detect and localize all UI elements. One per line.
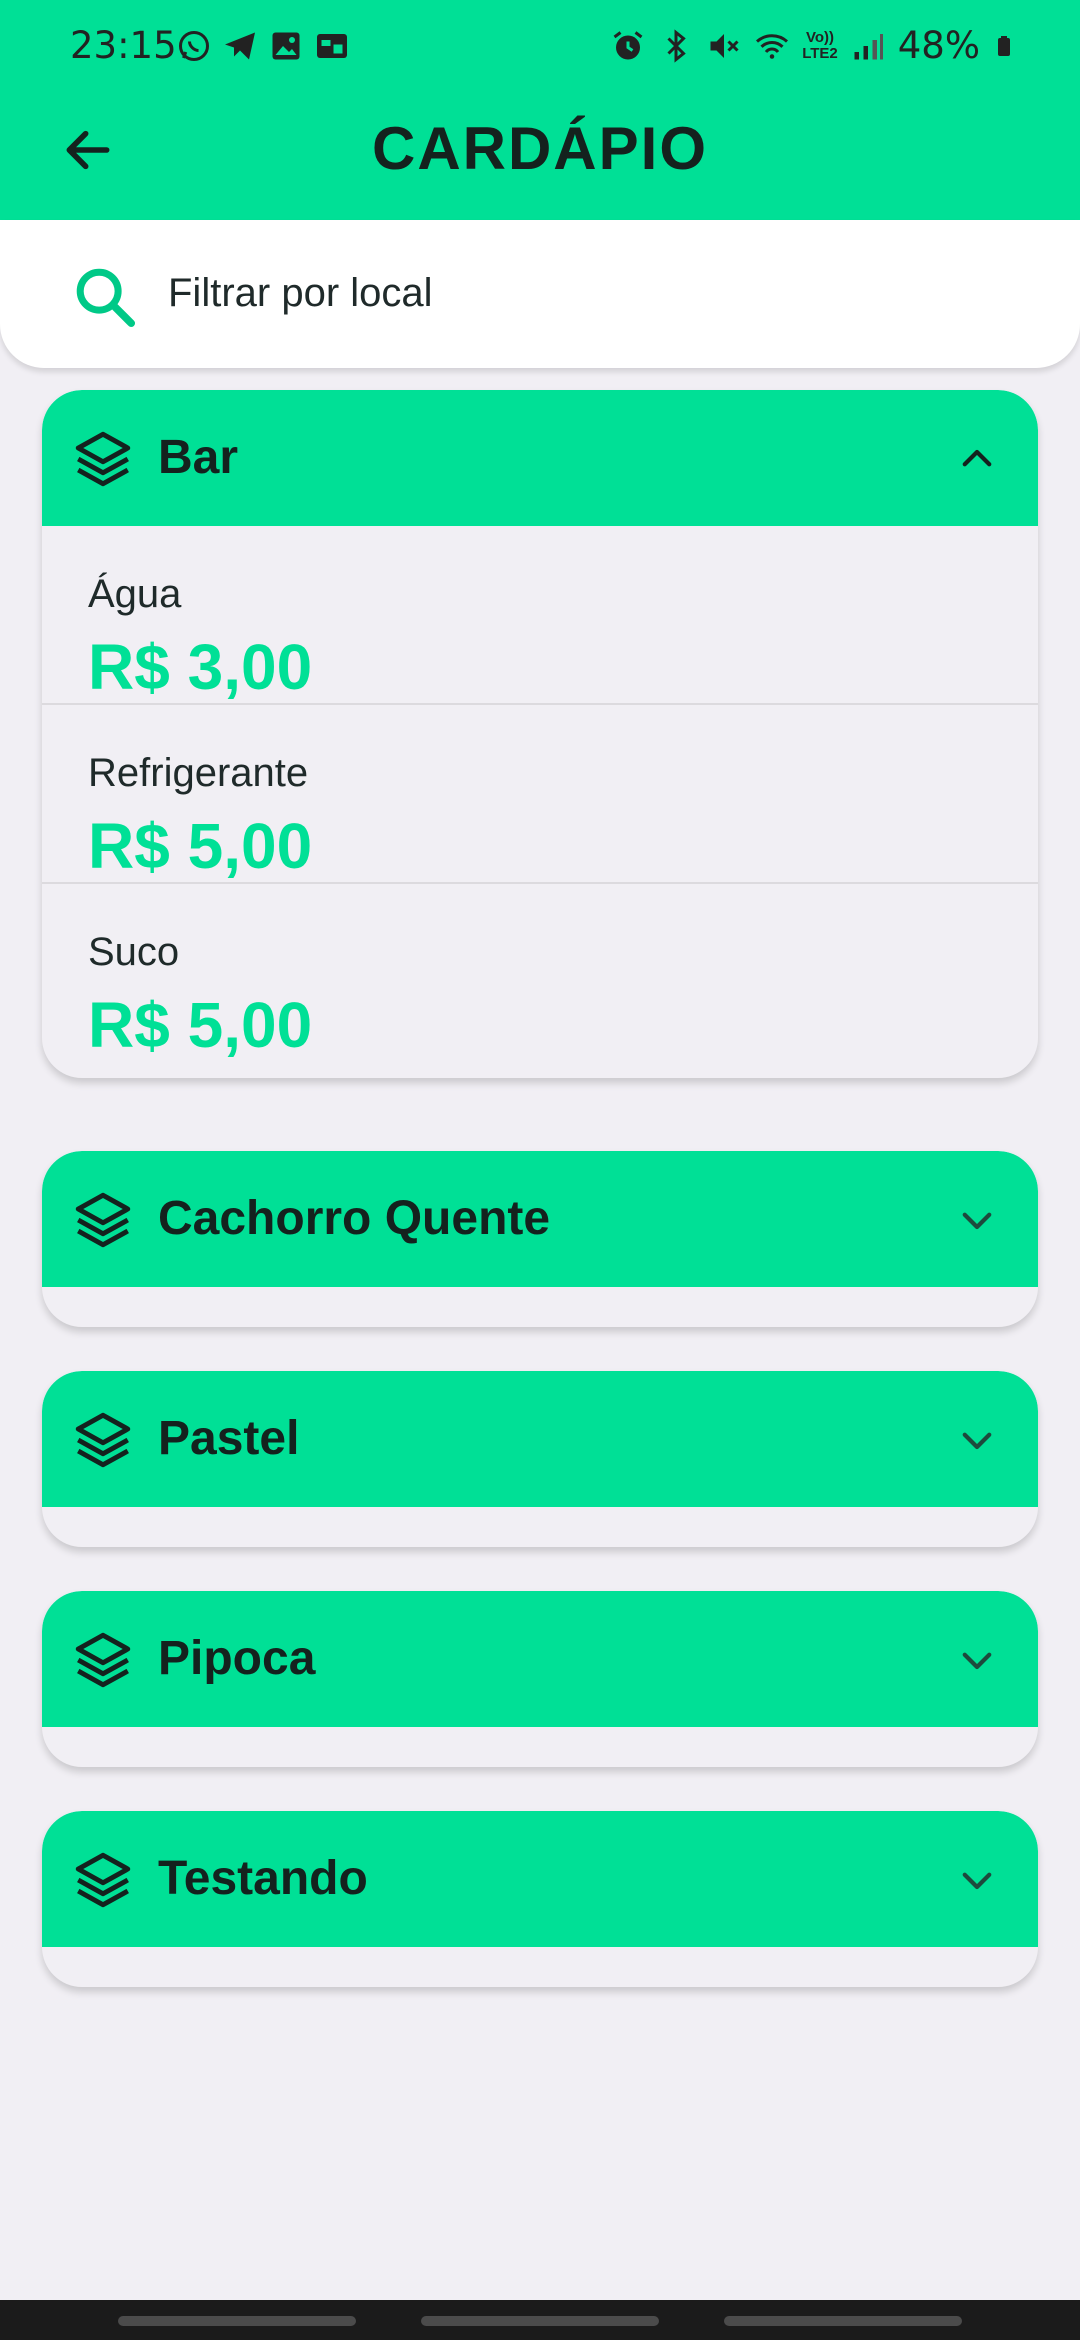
category-title: Pastel: [158, 1412, 300, 1465]
menu-item[interactable]: Suco R$ 5,00: [42, 884, 1038, 1078]
category-title: Bar: [158, 431, 239, 484]
layers-icon: [75, 1412, 131, 1468]
menu-item[interactable]: Refrigerante R$ 5,00: [42, 705, 1038, 884]
nav-recents-handle[interactable]: [118, 2316, 356, 2326]
layers-icon: [75, 1632, 131, 1688]
category-card-cachorro-quente: Cachorro Quente: [42, 1151, 1038, 1327]
layers-icon: [75, 1192, 131, 1248]
menu-item-price: R$ 5,00: [88, 810, 313, 882]
telegram-icon: [225, 32, 255, 60]
page-title: CARDÁPIO: [371, 115, 708, 182]
menu-item-name: Suco: [88, 930, 180, 974]
chevron-down-icon[interactable]: [956, 1419, 998, 1461]
status-bar: 23:15 Vo)) LTE2 48%: [0, 0, 1080, 96]
card-footer: [42, 1727, 1038, 1767]
search-input[interactable]: [168, 258, 1028, 328]
menu-item-name: Água: [88, 572, 182, 616]
system-icons: Vo)) LTE2 48%: [610, 24, 1016, 67]
bluetooth-icon: [667, 28, 686, 63]
search-icon: [76, 268, 136, 328]
status-time: 23:15: [70, 24, 177, 67]
category-header-pastel[interactable]: Pastel: [42, 1371, 1038, 1507]
menu-item[interactable]: Água R$ 3,00: [42, 526, 1038, 705]
alarm-icon: [613, 30, 643, 59]
battery-icon: [998, 35, 1010, 56]
whatsapp-icon: [179, 31, 209, 61]
nav-back-handle[interactable]: [724, 2316, 962, 2326]
search-bar: [0, 220, 1080, 368]
category-title: Testando: [158, 1852, 368, 1905]
menu-item-name: Refrigerante: [88, 751, 309, 795]
chevron-down-icon[interactable]: [956, 1639, 998, 1681]
wifi-icon: [756, 33, 789, 59]
category-card-bar: Bar Água R$ 3,00 Refrigerante R$ 5,00 Su…: [42, 390, 1038, 1078]
card-footer: [42, 1947, 1038, 1987]
category-header-cachorro-quente[interactable]: Cachorro Quente: [42, 1151, 1038, 1287]
menu-item-price: R$ 3,00: [88, 631, 313, 703]
category-card-testando: Testando: [42, 1811, 1038, 1987]
category-title: Cachorro Quente: [158, 1192, 551, 1245]
card-footer: [42, 1507, 1038, 1547]
battery-percentage: 48%: [897, 24, 980, 67]
menu-item-price: R$ 5,00: [88, 989, 313, 1061]
category-card-pastel: Pastel: [42, 1371, 1038, 1547]
system-navigation-bar: [0, 2300, 1080, 2340]
chevron-up-icon[interactable]: [956, 438, 998, 480]
app-header: 23:15 Vo)) LTE2 48% CARDÁPIO: [0, 0, 1080, 220]
mute-icon: [710, 33, 739, 58]
category-header-pipoca[interactable]: Pipoca: [42, 1591, 1038, 1727]
menu-item-list: Água R$ 3,00 Refrigerante R$ 5,00 Suco R…: [42, 526, 1038, 1078]
layers-icon: [75, 431, 131, 487]
volte-line2: LTE2: [802, 44, 838, 62]
card-footer: [42, 1287, 1038, 1327]
category-header-bar[interactable]: Bar: [42, 390, 1038, 526]
gallery-icon: [272, 32, 300, 60]
category-card-pipoca: Pipoca: [42, 1591, 1038, 1767]
category-title: Pipoca: [158, 1632, 316, 1685]
volte-indicator: Vo)) LTE2: [802, 28, 838, 62]
layers-icon: [75, 1852, 131, 1908]
notification-icons: [176, 28, 350, 64]
chevron-down-icon[interactable]: [956, 1199, 998, 1241]
volte-line1: Vo)): [805, 28, 834, 46]
category-header-testando[interactable]: Testando: [42, 1811, 1038, 1947]
nav-home-handle[interactable]: [421, 2316, 659, 2326]
signal-icon: [854, 33, 883, 59]
recorder-icon: [317, 34, 347, 58]
chevron-down-icon[interactable]: [956, 1859, 998, 1901]
